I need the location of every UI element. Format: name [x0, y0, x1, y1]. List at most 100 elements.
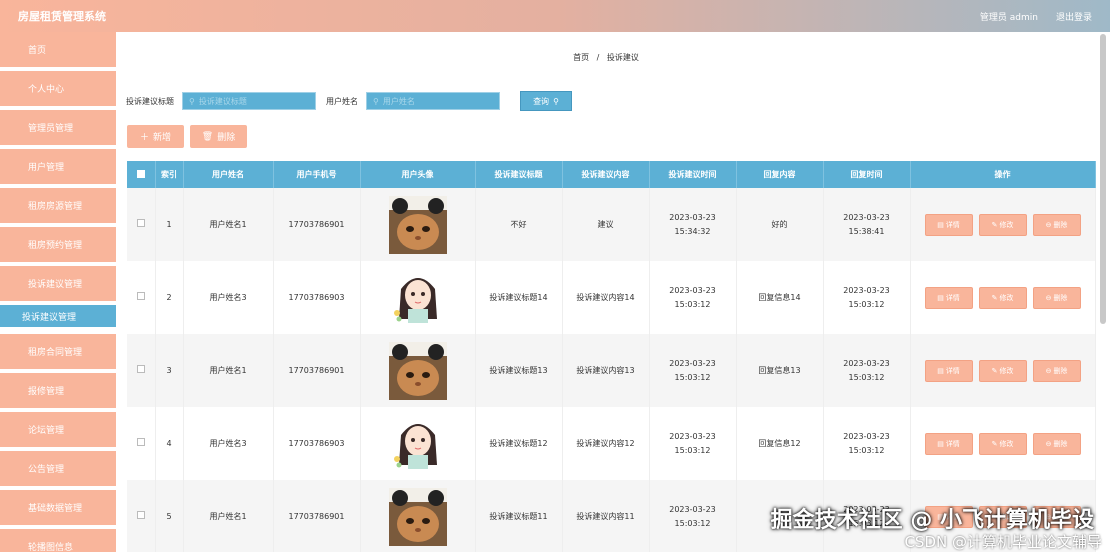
row-phone: 17703786901: [273, 188, 361, 261]
sidebar-item-home[interactable]: 首页: [0, 32, 116, 67]
search-icon: ⚲: [553, 96, 559, 106]
sidebar-item-complaints[interactable]: 投诉建议管理: [0, 266, 116, 301]
sidebar-item-appointments[interactable]: 租房预约管理: [0, 227, 116, 262]
watermark: 掘金技术社区 @ 小飞计算机毕设: [770, 508, 1094, 533]
delete-button[interactable]: ⊖ 删除: [1032, 359, 1081, 382]
delete-label: 删除: [1053, 366, 1068, 375]
action-toolbar: ＋ 新增 🗑 删除: [127, 125, 247, 148]
column-header: 投诉建议时间: [649, 161, 737, 188]
delete-button[interactable]: ⊖ 删除: [1032, 286, 1081, 309]
avatar-girl-image: [388, 414, 447, 473]
row-content: 投诉建议内容13: [562, 334, 650, 407]
edit-button[interactable]: ✎ 修改: [978, 432, 1027, 455]
detail-button[interactable]: ▤ 详情: [924, 359, 973, 382]
sidebar-item-listings[interactable]: 租房房源管理: [0, 188, 116, 223]
breadcrumb-home[interactable]: 首页: [573, 53, 589, 62]
breadcrumb-separator: /: [596, 53, 600, 62]
edit-label: 修改: [999, 439, 1014, 448]
row-time: 2023-03-23 15:03:12: [649, 334, 737, 407]
sidebar-item-profile[interactable]: 个人中心: [0, 71, 116, 106]
sidebar-item-users[interactable]: 用户管理: [0, 149, 116, 184]
complaints-table: 索引 用户姓名 用户手机号 用户头像 投诉建议标题 投诉建议内容 投诉建议时间 …: [127, 161, 1096, 552]
row-user-name: 用户姓名1: [183, 480, 274, 552]
row-reply: 回复信息12: [736, 407, 824, 480]
row-content: 投诉建议内容14: [562, 261, 650, 334]
add-button[interactable]: ＋ 新增: [127, 125, 184, 148]
delete-button[interactable]: ⊖ 删除: [1032, 432, 1081, 455]
row-index: 3: [155, 334, 184, 407]
row-user-name: 用户姓名3: [183, 407, 274, 480]
sidebar-item-repairs[interactable]: 报修管理: [0, 373, 116, 408]
row-actions: ▤ 详情 ✎ 修改 ⊖ 删除: [910, 188, 1096, 261]
sidebar-item-notices[interactable]: 公告管理: [0, 451, 116, 486]
table-row: 1 用户姓名1 17703786901 不好 建议 2023-03-23 15:34:32…: [127, 188, 1096, 261]
row-content: 投诉建议内容12: [562, 407, 650, 480]
avatar-cat-image: [388, 487, 447, 546]
select-all-checkbox[interactable]: [127, 161, 156, 188]
row-title: 投诉建议标题12: [475, 407, 563, 480]
avatar-girl-image: [388, 268, 447, 327]
search-icon: ⚲: [189, 96, 195, 106]
column-header: 索引: [155, 161, 184, 188]
bulk-delete-button[interactable]: 🗑 删除: [190, 125, 247, 148]
edit-button[interactable]: ✎ 修改: [978, 213, 1027, 236]
row-phone: 17703786903: [273, 407, 361, 480]
row-index: 5: [155, 480, 184, 552]
row-checkbox[interactable]: [127, 188, 156, 261]
edit-icon: ✎: [991, 220, 998, 229]
edit-label: 修改: [999, 366, 1014, 375]
row-reply: 回复信息14: [736, 261, 824, 334]
vertical-scrollbar[interactable]: [1100, 34, 1106, 324]
sidebar-item-base-data[interactable]: 基础数据管理: [0, 490, 116, 525]
edit-icon: ✎: [991, 366, 998, 375]
row-checkbox[interactable]: [127, 407, 156, 480]
sidebar-subitem-complaints[interactable]: 投诉建议管理: [0, 305, 116, 327]
breadcrumb-current: 投诉建议: [606, 53, 639, 62]
row-reply: 好的: [736, 188, 824, 261]
sidebar-item-admin[interactable]: 管理员管理: [0, 110, 116, 145]
search-button-label: 查询: [533, 96, 550, 106]
breadcrumb: 首页 / 投诉建议: [116, 52, 1096, 63]
detail-button[interactable]: ▤ 详情: [924, 213, 973, 236]
watermark-sub: CSDN @计算机毕业论文辅导: [904, 533, 1102, 551]
avatar-cat-image: [388, 341, 447, 400]
column-header: 投诉建议内容: [562, 161, 650, 188]
row-checkbox[interactable]: [127, 334, 156, 407]
column-header: 投诉建议标题: [475, 161, 563, 188]
row-checkbox[interactable]: [127, 261, 156, 334]
sidebar-item-contracts[interactable]: 租房合同管理: [0, 334, 116, 369]
delete-label: 删除: [1053, 293, 1068, 302]
row-checkbox[interactable]: [127, 480, 156, 552]
search-icon: ⚲: [373, 96, 379, 106]
detail-button[interactable]: ▤ 详情: [924, 286, 973, 309]
sidebar: 首页 个人中心 管理员管理 用户管理 租房房源管理 租房预约管理 投诉建议管理 …: [0, 32, 116, 552]
table-header-row: 索引 用户姓名 用户手机号 用户头像 投诉建议标题 投诉建议内容 投诉建议时间 …: [127, 161, 1096, 188]
name-search-input[interactable]: ⚲ 用户姓名: [366, 92, 500, 110]
main-content: 首页 / 投诉建议 投诉建议标题 ⚲ 投诉建议标题 用户姓名 ⚲ 用户姓名 查询…: [116, 32, 1096, 552]
column-header: 回复时间: [823, 161, 911, 188]
edit-button[interactable]: ✎ 修改: [978, 286, 1027, 309]
row-time: 2023-03-23 15:03:12: [649, 261, 737, 334]
edit-label: 修改: [999, 293, 1014, 302]
delete-button[interactable]: ⊖ 删除: [1032, 213, 1081, 236]
trash-icon: 🗑: [201, 131, 214, 142]
admin-user-label[interactable]: 管理员 admin: [980, 10, 1038, 23]
sidebar-item-forum[interactable]: 论坛管理: [0, 412, 116, 447]
detail-button[interactable]: ▤ 详情: [924, 432, 973, 455]
search-button[interactable]: 查询 ⚲: [520, 91, 572, 111]
row-user-name: 用户姓名1: [183, 188, 274, 261]
logout-button[interactable]: 退出登录: [1056, 10, 1092, 23]
row-title: 不好: [475, 188, 563, 261]
row-phone: 17703786903: [273, 261, 361, 334]
title-search-input[interactable]: ⚲ 投诉建议标题: [182, 92, 316, 110]
edit-icon: ✎: [991, 439, 998, 448]
row-actions: ▤ 详情 ✎ 修改 ⊖ 删除: [910, 261, 1096, 334]
row-index: 2: [155, 261, 184, 334]
sidebar-item-carousel[interactable]: 轮播图信息: [0, 529, 116, 552]
column-header: 用户头像: [360, 161, 476, 188]
edit-button[interactable]: ✎ 修改: [978, 359, 1027, 382]
column-header: 回复内容: [736, 161, 824, 188]
row-reply-time: 2023-03-23 15:03:12: [823, 261, 911, 334]
detail-icon: ▤: [937, 439, 944, 448]
row-time: 2023-03-23 15:34:32: [649, 188, 737, 261]
